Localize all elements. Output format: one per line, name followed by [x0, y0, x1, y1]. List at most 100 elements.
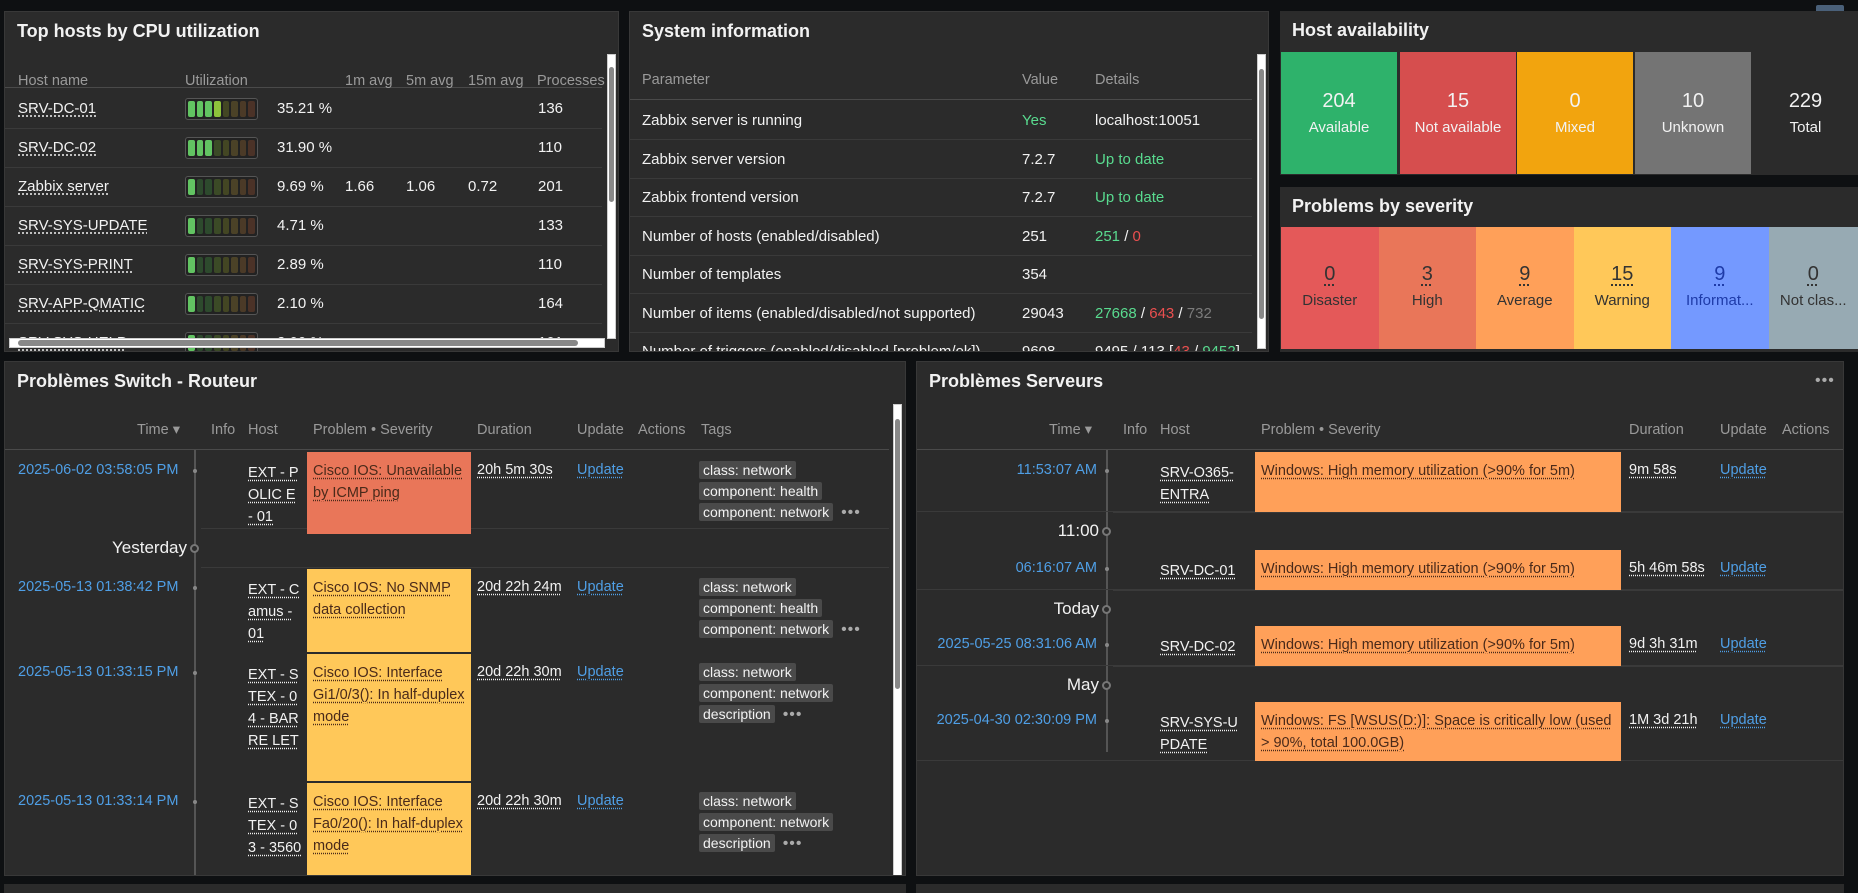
problem-severity-cell[interactable]: Windows: High memory utilization (>90% f…	[1255, 626, 1621, 666]
more-icon[interactable]: •••	[1815, 372, 1835, 390]
problem-severity-cell[interactable]: Cisco IOS: Unavailable by ICMP ping	[307, 452, 471, 534]
tag[interactable]: component: health	[699, 482, 823, 500]
severity-count[interactable]: 9	[1671, 263, 1769, 286]
problem-duration[interactable]: 9m 58s	[1629, 462, 1677, 478]
update-link[interactable]: Update	[1720, 462, 1767, 478]
host-link[interactable]: SRV-DC-01	[18, 100, 96, 117]
problem-host[interactable]: EXT - Camus - 01	[248, 579, 304, 645]
tag[interactable]: component: network	[699, 684, 834, 702]
host-link[interactable]: SRV-SYS-UPDATE	[18, 217, 147, 234]
severity-count[interactable]: 0	[1281, 263, 1379, 286]
update-link[interactable]: Update	[1720, 560, 1767, 576]
problem-severity-cell[interactable]: Cisco IOS: No SNMP data collection	[307, 569, 471, 652]
tag[interactable]: component: network	[699, 813, 834, 831]
problem-host[interactable]: SRV-DC-01	[1160, 560, 1238, 582]
tag[interactable]: component: health	[699, 599, 823, 617]
update-link[interactable]: Update	[1720, 636, 1767, 652]
problem-duration[interactable]: 20d 22h 30m	[477, 793, 562, 809]
severity-notclas[interactable]: 0 Not clas...	[1768, 227, 1858, 349]
severity-warning[interactable]: 15 Warning	[1573, 227, 1672, 349]
tag[interactable]: component: network	[699, 503, 834, 521]
problem-name[interactable]: Windows: High memory utilization (>90% f…	[1261, 463, 1575, 479]
problem-name[interactable]: Cisco IOS: Unavailable by ICMP ping	[313, 463, 462, 501]
horizontal-scrollbar[interactable]	[9, 338, 605, 348]
col-1m-avg[interactable]: 1m avg	[345, 73, 393, 89]
problem-severity-cell[interactable]: Windows: High memory utilization (>90% f…	[1255, 452, 1621, 512]
col-5m-avg[interactable]: 5m avg	[406, 73, 454, 89]
problem-time[interactable]: 2025-05-25 08:31:06 AM	[937, 636, 1097, 652]
col-utilization[interactable]: Utilization	[185, 73, 248, 89]
severity-count[interactable]: 9	[1476, 263, 1574, 286]
tag[interactable]: description	[699, 834, 775, 852]
tag[interactable]: component: network	[699, 620, 834, 638]
severity-high[interactable]: 3 High	[1378, 227, 1477, 349]
problem-name[interactable]: Windows: High memory utilization (>90% f…	[1261, 637, 1575, 653]
problem-duration[interactable]: 5h 46m 58s	[1629, 560, 1705, 576]
availability-unknown[interactable]: 10 Unknown	[1635, 52, 1751, 174]
col-time[interactable]: Time ▾	[137, 422, 180, 438]
availability-available[interactable]: 204 Available	[1281, 52, 1397, 174]
severity-count[interactable]: 0	[1769, 263, 1858, 286]
problem-name[interactable]: Cisco IOS: Interface Fa0/20(): In half-d…	[313, 794, 463, 854]
tag[interactable]: class: network	[699, 792, 796, 810]
problem-host[interactable]: EXT - STEX - 04 - BARRE LET	[248, 664, 304, 752]
vertical-scrollbar[interactable]	[1257, 54, 1266, 349]
col-time[interactable]: Time ▾	[1049, 422, 1092, 438]
problem-host[interactable]: SRV-O365-ENTRA	[1160, 462, 1238, 506]
problem-time[interactable]: 2025-06-02 03:58:05 PM	[18, 462, 178, 478]
problem-host[interactable]: SRV-DC-02	[1160, 636, 1238, 658]
problem-host[interactable]: SRV-SYS-UPDATE	[1160, 712, 1238, 756]
problem-name[interactable]: Cisco IOS: No SNMP data collection	[313, 580, 451, 618]
problem-severity-cell[interactable]: Cisco IOS: Interface Fa0/20(): In half-d…	[307, 783, 471, 875]
problem-time[interactable]: 2025-05-13 01:33:15 PM	[18, 664, 178, 680]
more-tags-icon[interactable]: •••	[841, 504, 861, 521]
update-link[interactable]: Update	[577, 793, 624, 809]
problem-severity-cell[interactable]: Cisco IOS: Interface Gi1/0/3(): In half-…	[307, 654, 471, 781]
problem-time[interactable]: 2025-04-30 02:30:09 PM	[937, 712, 1097, 728]
more-tags-icon[interactable]: •••	[783, 706, 803, 723]
severity-informat[interactable]: 9 Informat...	[1671, 227, 1769, 349]
problem-severity-cell[interactable]: Windows: High memory utilization (>90% f…	[1255, 550, 1621, 590]
more-tags-icon[interactable]: •••	[841, 621, 861, 638]
update-link[interactable]: Update	[1720, 712, 1767, 728]
vertical-scrollbar[interactable]	[607, 54, 616, 339]
tag[interactable]: description	[699, 705, 775, 723]
update-link[interactable]: Update	[577, 462, 624, 478]
tag[interactable]: class: network	[699, 578, 796, 596]
col-processes[interactable]: Processes	[537, 73, 605, 89]
host-link[interactable]: Zabbix server	[18, 178, 109, 195]
problem-duration[interactable]: 20h 5m 30s	[477, 462, 553, 478]
vertical-scrollbar[interactable]	[893, 404, 902, 875]
severity-count[interactable]: 3	[1379, 263, 1477, 286]
problem-duration[interactable]: 1M 3d 21h	[1629, 712, 1698, 728]
problem-name[interactable]: Cisco IOS: Interface Gi1/0/3(): In half-…	[313, 665, 465, 725]
host-link[interactable]: SRV-DC-02	[18, 139, 96, 156]
problem-host[interactable]: EXT - STEX - 03 - 3560	[248, 793, 304, 859]
tag[interactable]: class: network	[699, 461, 796, 479]
tag[interactable]: class: network	[699, 663, 796, 681]
problem-time[interactable]: 06:16:07 AM	[1016, 560, 1097, 576]
problem-name[interactable]: Windows: FS [WSUS(D:)]: Space is critica…	[1261, 713, 1612, 751]
problem-time[interactable]: 11:53:07 AM	[1017, 462, 1097, 478]
severity-disaster[interactable]: 0 Disaster	[1281, 227, 1379, 349]
problem-name[interactable]: Windows: High memory utilization (>90% f…	[1261, 561, 1575, 577]
col-host-name[interactable]: Host name	[18, 73, 88, 89]
update-link[interactable]: Update	[577, 579, 624, 595]
availability-total[interactable]: 229 Total	[1753, 52, 1858, 174]
update-link[interactable]: Update	[577, 664, 624, 680]
availability-mixed[interactable]: 0 Mixed	[1517, 52, 1633, 174]
problem-duration[interactable]: 9d 3h 31m	[1629, 636, 1698, 652]
problem-host[interactable]: EXT - POLIC E - 01	[248, 462, 304, 528]
availability-not-available[interactable]: 15 Not available	[1400, 52, 1516, 174]
problem-time[interactable]: 2025-05-13 01:33:14 PM	[18, 793, 178, 809]
problem-duration[interactable]: 20d 22h 24m	[477, 579, 562, 595]
host-link[interactable]: SRV-APP-QMATIC	[18, 295, 145, 312]
problem-time[interactable]: 2025-05-13 01:38:42 PM	[18, 579, 178, 595]
col-15m-avg[interactable]: 15m avg	[468, 73, 524, 89]
more-tags-icon[interactable]: •••	[783, 835, 803, 852]
problem-duration[interactable]: 20d 22h 30m	[477, 664, 562, 680]
host-link[interactable]: SRV-SYS-PRINT	[18, 256, 133, 273]
severity-count[interactable]: 15	[1574, 263, 1672, 286]
problem-severity-cell[interactable]: Windows: FS [WSUS(D:)]: Space is critica…	[1255, 702, 1621, 761]
severity-average[interactable]: 9 Average	[1476, 227, 1574, 349]
